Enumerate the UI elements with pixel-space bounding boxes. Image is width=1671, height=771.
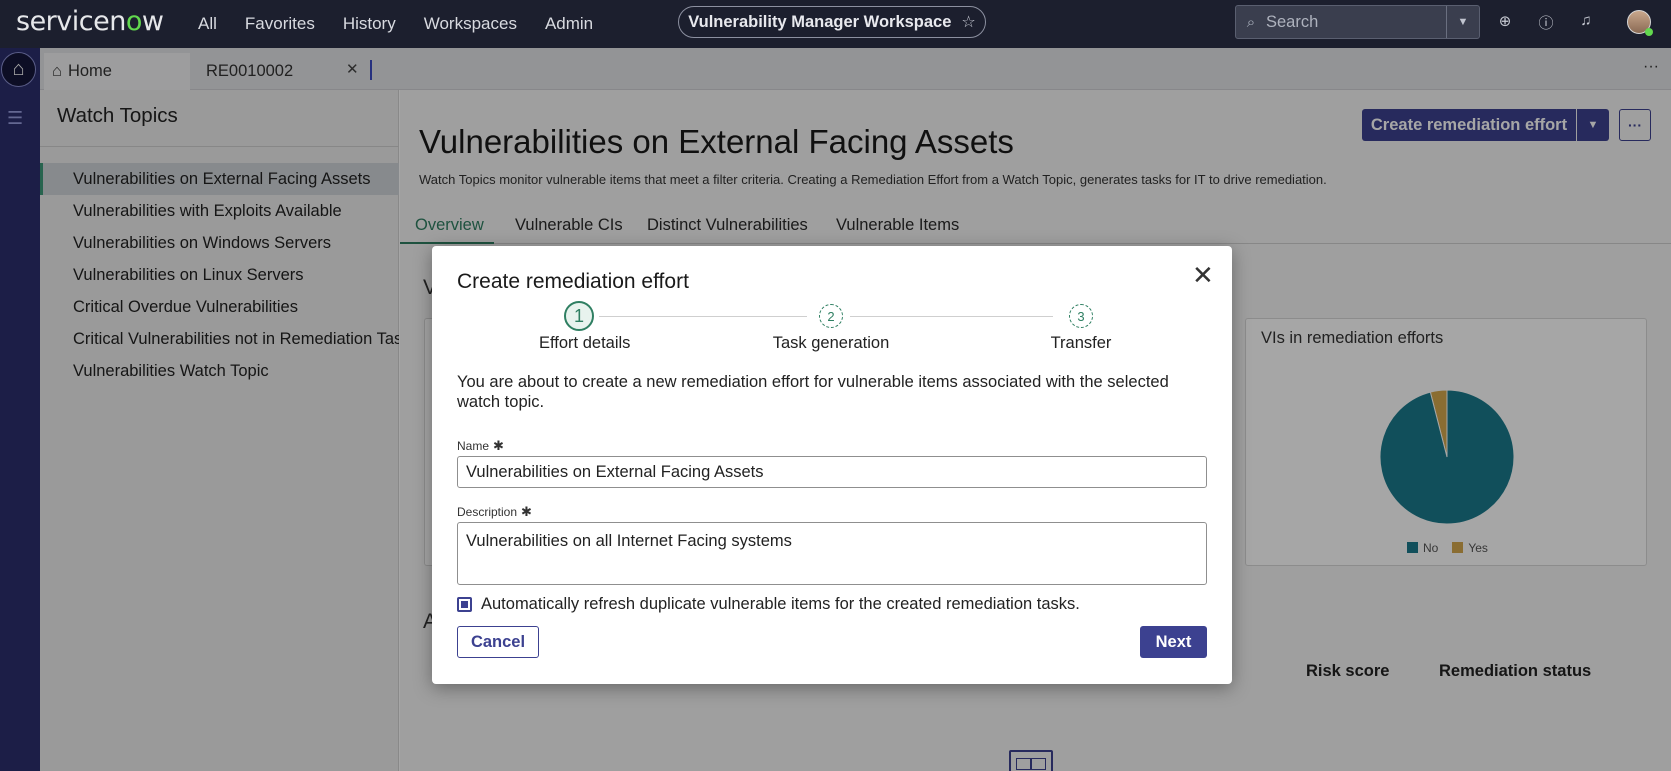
globe-icon[interactable]: ⊕ xyxy=(1495,12,1515,30)
star-icon[interactable]: ☆ xyxy=(961,12,975,32)
nav-workspaces[interactable]: Workspaces xyxy=(424,14,517,34)
bell-icon[interactable]: ♫ xyxy=(1576,12,1596,29)
auto-refresh-option[interactable]: Automatically refresh duplicate vulnerab… xyxy=(457,595,1080,614)
description-field-label: Description ✱ xyxy=(457,504,532,519)
help-icon[interactable]: ⓘ xyxy=(1536,12,1556,33)
checkbox-check-icon xyxy=(461,601,468,608)
top-navigation: servicenow All Favorites History Workspa… xyxy=(0,0,1671,48)
global-search[interactable]: ⌕ Search ▼ xyxy=(1235,5,1480,39)
modal-title: Create remediation effort xyxy=(457,270,689,293)
nav-all[interactable]: All xyxy=(198,14,217,34)
create-remediation-modal: Create remediation effort ✕ 1 2 3 Effort… xyxy=(432,246,1232,684)
search-input[interactable]: Search xyxy=(1266,13,1446,32)
name-field[interactable]: Vulnerabilities on External Facing Asset… xyxy=(457,456,1207,488)
step-connector-2 xyxy=(850,316,1053,317)
cancel-button[interactable]: Cancel xyxy=(457,626,539,658)
modal-info-text: You are about to create a new remediatio… xyxy=(457,373,1169,411)
nav-history[interactable]: History xyxy=(343,14,396,34)
step-2-indicator: 2 xyxy=(819,304,843,328)
step-1-label: Effort details xyxy=(539,334,631,352)
user-avatar[interactable] xyxy=(1627,10,1653,36)
step-1-indicator: 1 xyxy=(564,301,594,331)
auto-refresh-checkbox[interactable] xyxy=(457,597,472,612)
servicenow-logo[interactable]: servicenow xyxy=(16,6,164,37)
name-field-label: Name ✱ xyxy=(457,438,504,453)
step-3-label: Transfer xyxy=(1050,334,1112,352)
main-menu: All Favorites History Workspaces Admin xyxy=(198,0,593,48)
close-icon[interactable]: ✕ xyxy=(1192,260,1214,291)
nav-admin[interactable]: Admin xyxy=(545,14,593,34)
nav-favorites[interactable]: Favorites xyxy=(245,14,315,34)
search-icon: ⌕ xyxy=(1246,13,1256,31)
next-button[interactable]: Next xyxy=(1140,626,1207,658)
step-connector-1 xyxy=(599,316,807,317)
step-3-indicator: 3 xyxy=(1069,304,1093,328)
description-field[interactable]: Vulnerabilities on all Internet Facing s… xyxy=(457,522,1207,585)
step-2-label: Task generation xyxy=(772,334,890,352)
required-icon: ✱ xyxy=(493,438,504,453)
workspace-title-pill[interactable]: Vulnerability Manager Workspace ☆ xyxy=(678,6,986,38)
auto-refresh-label: Automatically refresh duplicate vulnerab… xyxy=(481,595,1080,613)
workspace-title: Vulnerability Manager Workspace xyxy=(688,12,952,31)
required-icon: ✱ xyxy=(521,504,532,519)
search-scope-dropdown-icon[interactable]: ▼ xyxy=(1446,6,1479,38)
